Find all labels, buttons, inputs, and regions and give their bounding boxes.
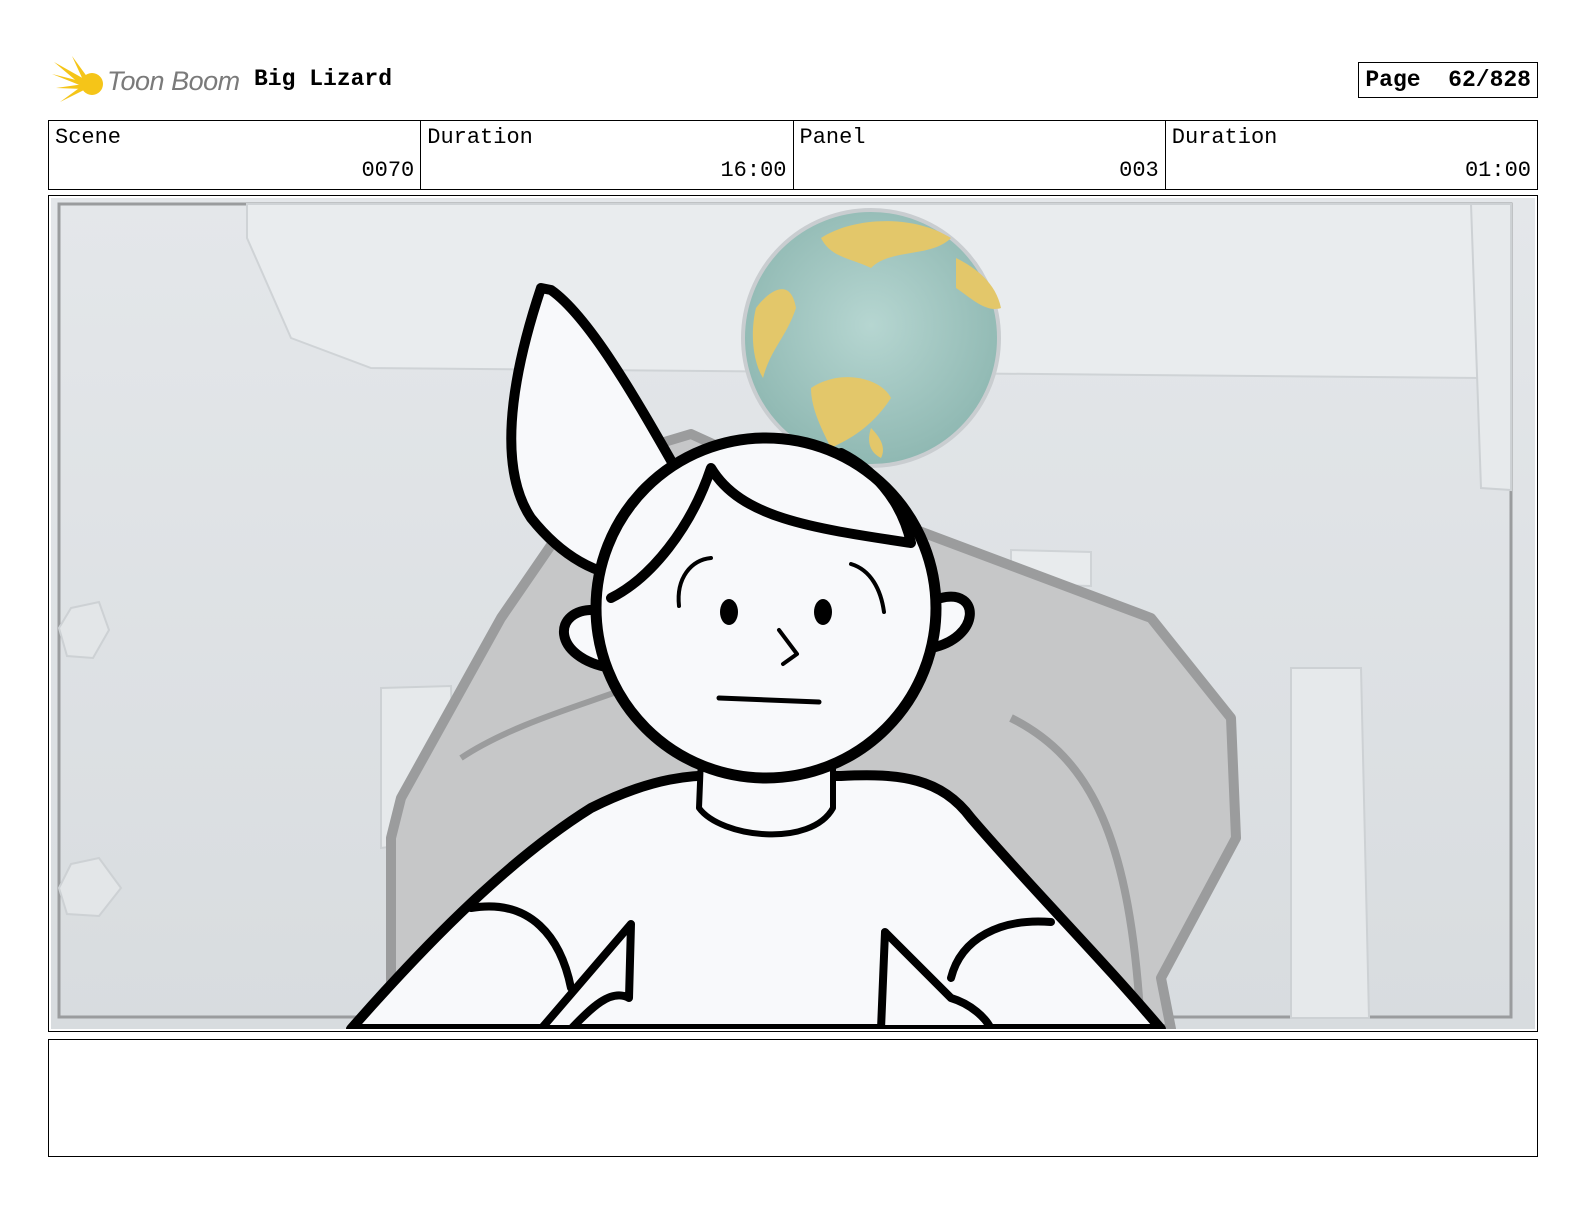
page-number: 62/828: [1448, 67, 1531, 93]
toon-boom-logo: Toon Boom: [52, 56, 242, 106]
storyboard-panel: [48, 195, 1538, 1032]
page-label: Page: [1365, 67, 1421, 93]
brand-name: Toon Boom: [107, 66, 240, 96]
scene-duration-label: Duration: [427, 125, 533, 150]
scene-label: Scene: [55, 125, 122, 150]
page-header: Toon Boom Big Lizard Page 62/828: [48, 52, 1538, 108]
scene-duration-cell: Duration 16:00: [421, 121, 794, 189]
character-left-eye: [720, 599, 738, 625]
panel-value: 003: [1119, 158, 1159, 183]
panel-cell: Panel 003: [794, 121, 1166, 189]
scene-duration-value: 16:00: [720, 158, 787, 183]
starburst-icon: [52, 56, 103, 102]
page-indicator: Page 62/828: [1358, 62, 1538, 98]
panel-notes: [48, 1039, 1538, 1157]
panel-duration-value: 01:00: [1464, 158, 1531, 183]
scene-cell: Scene 0070: [49, 121, 422, 189]
scene-info-table: Scene 0070 Duration 16:00 Panel 003 Dura…: [48, 120, 1538, 190]
scene-value: 0070: [361, 158, 415, 183]
panel-label: Panel: [799, 125, 866, 150]
character-right-eye: [814, 599, 832, 625]
bedpost-right: [1290, 667, 1371, 1019]
panel-duration-cell: Duration 01:00: [1166, 121, 1537, 189]
project-title: Big Lizard: [254, 66, 393, 92]
panel-duration-label: Duration: [1171, 125, 1278, 150]
panel-drawing: [51, 198, 1535, 1029]
globe: [741, 208, 1001, 468]
